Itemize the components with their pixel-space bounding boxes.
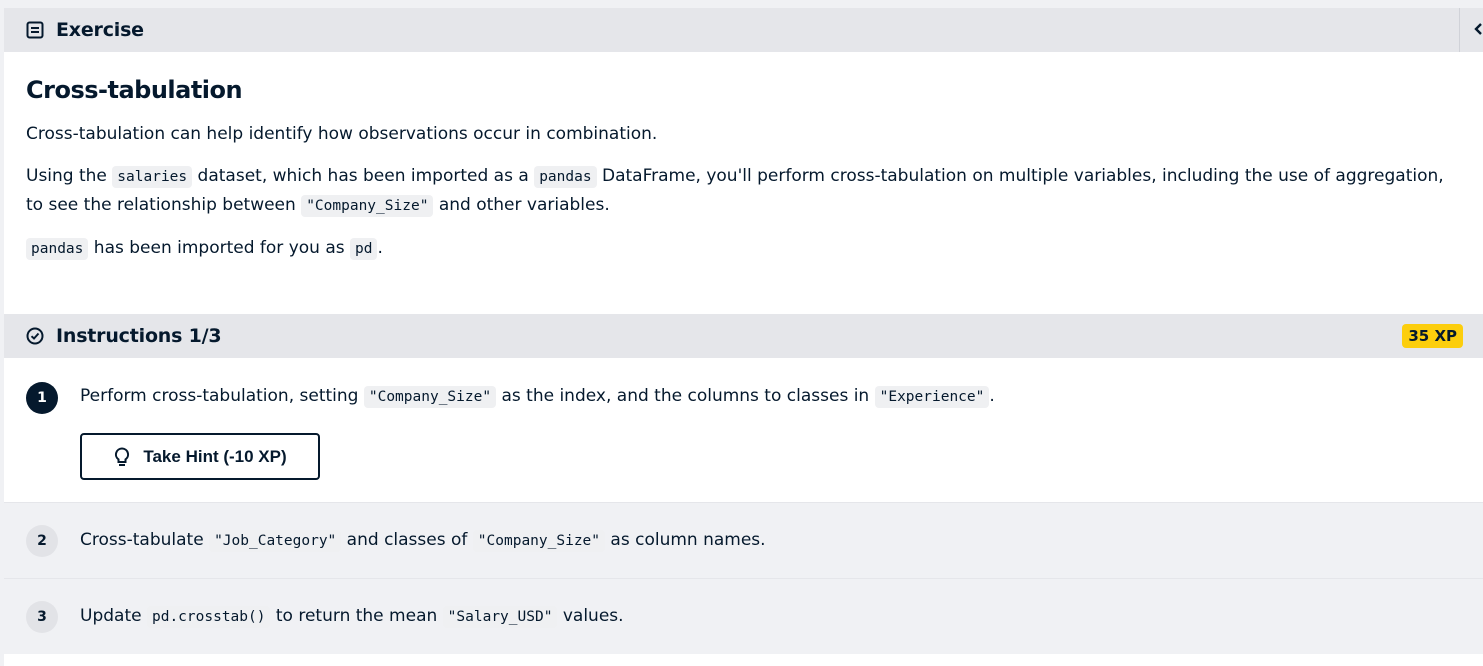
exercise-header: Exercise xyxy=(4,8,1483,52)
text-segment: dataset, which has been imported as a xyxy=(192,166,535,186)
exercise-content: Cross-tabulation Cross-tabulation can he… xyxy=(4,52,1483,314)
text-segment: Update xyxy=(80,606,147,626)
text-segment: Using the xyxy=(26,166,113,186)
exercise-intro: Cross-tabulation can help identify how o… xyxy=(26,124,658,144)
text-segment: and classes of xyxy=(341,530,473,550)
chevron-left-icon xyxy=(1473,21,1483,40)
check-circle-icon xyxy=(26,327,44,345)
xp-badge: 35 XP xyxy=(1402,324,1463,348)
step-text: Perform cross-tabulation, setting "Compa… xyxy=(80,382,995,411)
text-segment: to return the mean xyxy=(270,606,443,626)
text-segment: and other variables. xyxy=(433,195,610,215)
step-text: Cross-tabulate "Job_Category" and classe… xyxy=(80,526,766,555)
exercise-header-label: Exercise xyxy=(56,19,144,41)
take-hint-button[interactable]: Take Hint (-10 XP) xyxy=(80,433,320,480)
document-icon xyxy=(26,21,44,39)
text-segment: Perform cross-tabulation, setting xyxy=(80,386,364,406)
step-number: 3 xyxy=(26,600,58,633)
code-company-size: "Company_Size" xyxy=(472,530,606,552)
text-segment: as column names. xyxy=(605,530,766,550)
code-pandas: pandas xyxy=(534,166,597,188)
exercise-title: Cross-tabulation xyxy=(26,76,243,104)
code-salaries: salaries xyxy=(112,166,193,188)
lightbulb-icon xyxy=(113,446,131,467)
collapse-button[interactable] xyxy=(1459,8,1483,52)
text-segment: has been imported for you as xyxy=(88,238,351,258)
text-segment: Cross-tabulate xyxy=(80,530,210,550)
code-crosstab: pd.crosstab() xyxy=(146,606,271,628)
code-job-category: "Job_Category" xyxy=(209,530,342,552)
code-salary-usd: "Salary_USD" xyxy=(442,606,558,628)
exercise-import-note: pandas has been imported for you as pd. xyxy=(26,234,1459,263)
instruction-step-2[interactable]: 2 Cross-tabulate "Job_Category" and clas… xyxy=(4,502,1483,578)
code-experience: "Experience" xyxy=(874,386,990,408)
code-pd: pd xyxy=(350,238,378,260)
step-number: 1 xyxy=(26,382,58,414)
text-segment: . xyxy=(377,238,383,258)
code-company-size: "Company_Size" xyxy=(363,386,497,408)
exercise-description: Using the salaries dataset, which has be… xyxy=(26,162,1459,220)
step-text: Update pd.crosstab() to return the mean … xyxy=(80,602,624,631)
take-hint-label: Take Hint (-10 XP) xyxy=(143,446,287,466)
code-company-size: "Company_Size" xyxy=(301,195,434,217)
exercise-panel: Exercise Cross-tabulation Cross-tabulati… xyxy=(4,8,1483,666)
text-segment: values. xyxy=(557,606,624,626)
text-segment: as the index, and the columns to classes… xyxy=(496,386,875,406)
instruction-step-3[interactable]: 3 Update pd.crosstab() to return the mea… xyxy=(4,578,1483,654)
text-segment: . xyxy=(989,386,995,406)
instruction-step-1: 1 Perform cross-tabulation, setting "Com… xyxy=(4,358,1483,502)
code-pandas: pandas xyxy=(26,238,89,260)
instructions-label: Instructions 1/3 xyxy=(56,325,222,347)
instructions-header: Instructions 1/3 35 XP xyxy=(4,314,1483,358)
step-number: 2 xyxy=(26,524,58,557)
